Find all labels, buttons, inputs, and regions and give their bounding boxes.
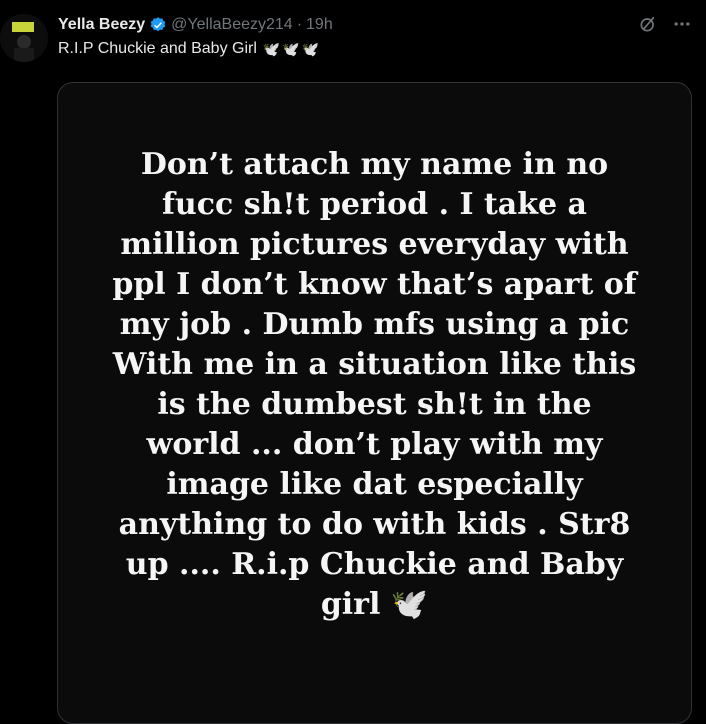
story-line: up .... R.i.p Chuckie and Baby: [125, 547, 624, 582]
timestamp[interactable]: 19h: [306, 16, 333, 34]
user-name[interactable]: Yella Beezy: [58, 16, 145, 34]
tweet-text-body: R.I.P Chuckie and Baby Girl: [58, 40, 257, 57]
dove-emojis: 🕊️🕊️🕊️: [262, 40, 322, 57]
tweet-media-image[interactable]: Don’t attach my name in no fucc sh!t per…: [57, 82, 692, 724]
story-text: Don’t attach my name in no fucc sh!t per…: [78, 145, 671, 625]
separator-dot: ·: [296, 16, 303, 33]
verified-badge-icon: [149, 16, 167, 34]
story-line: anything to do with kids . Str8: [118, 507, 631, 542]
story-line: world ... don’t play with my: [146, 427, 603, 462]
tweet-header: Yella Beezy @YellaBeezy214 · 19h: [58, 14, 692, 36]
avatar[interactable]: [0, 14, 48, 62]
story-line: is the dumbest sh!t in the: [157, 387, 592, 422]
grok-icon[interactable]: [638, 14, 658, 37]
user-handle[interactable]: @YellaBeezy214: [171, 16, 293, 34]
tweet-text: R.I.P Chuckie and Baby Girl 🕊️🕊️🕊️: [58, 40, 321, 58]
story-line: Don’t attach my name in no: [140, 147, 609, 182]
story-line: image like dat especially: [166, 467, 583, 502]
story-line: fucc sh!t period . I take a: [162, 187, 587, 222]
story-line: ppl I don’t know that’s apart of: [112, 267, 637, 302]
story-line: With me in a situation like this: [112, 347, 637, 382]
story-line: girl 🕊️: [320, 587, 429, 622]
more-icon[interactable]: [672, 14, 692, 37]
story-line: my job . Dumb mfs using a pic: [119, 307, 630, 342]
story-line: million pictures everyday with: [120, 227, 629, 262]
header-actions: [638, 14, 692, 37]
